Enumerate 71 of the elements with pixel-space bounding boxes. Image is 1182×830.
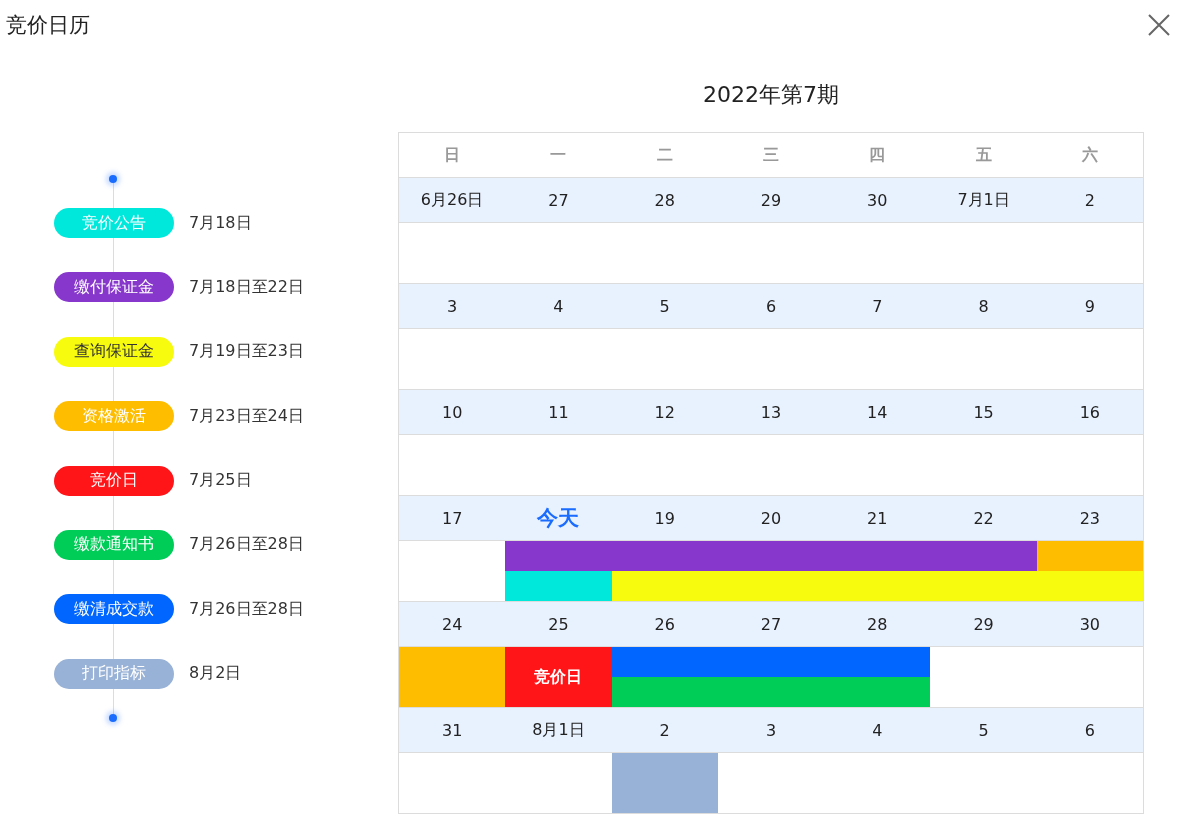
legend-dates: 7月19日至23日 xyxy=(189,341,304,363)
day-number[interactable]: 27 xyxy=(717,614,825,634)
window-title: 竞价日历 xyxy=(6,12,90,39)
day-number[interactable]: 6 xyxy=(717,296,825,316)
day-number[interactable]: 29 xyxy=(717,190,825,210)
day-number[interactable]: 6月26日 xyxy=(399,189,506,211)
day-number[interactable]: 7 xyxy=(824,296,931,316)
day-number[interactable]: 5 xyxy=(611,296,718,316)
day-number[interactable]: 28 xyxy=(824,614,931,634)
day-number[interactable]: 7月1日 xyxy=(930,189,1037,211)
day-number[interactable]: 16 xyxy=(1036,402,1143,422)
timeline-dot xyxy=(109,713,117,722)
legend-dates: 7月26日至28日 xyxy=(189,534,304,556)
legend-tag: 查询保证金 xyxy=(54,336,174,367)
legend-tag: 缴付保证金 xyxy=(54,272,174,303)
day-number[interactable]: 3 xyxy=(717,720,825,740)
day-number[interactable]: 12 xyxy=(611,402,718,422)
day-number[interactable]: 14 xyxy=(824,402,931,422)
legend-tag: 资格激活 xyxy=(54,401,174,432)
legend-dates: 7月26日至28日 xyxy=(189,598,304,620)
day-number[interactable]: 24 xyxy=(399,614,506,634)
day-number[interactable]: 20 xyxy=(717,508,825,528)
day-number[interactable]: 30 xyxy=(1036,614,1143,634)
weekday-label: 日 xyxy=(443,144,462,166)
legend-dates: 7月18日至22日 xyxy=(189,276,304,298)
legend-dates: 8月2日 xyxy=(189,663,242,685)
weekday-label: 五 xyxy=(974,144,993,166)
today-label[interactable]: 今天 xyxy=(505,504,612,532)
timeline-dot xyxy=(109,175,117,183)
event-bar: 竞价日 xyxy=(505,647,612,707)
legend-tag: 打印指标 xyxy=(54,658,174,689)
day-number[interactable]: 9 xyxy=(1036,296,1143,316)
day-number[interactable]: 8 xyxy=(930,296,1037,316)
day-number[interactable]: 2 xyxy=(611,720,718,740)
day-number[interactable]: 25 xyxy=(505,614,612,634)
weekday-label: 六 xyxy=(1080,144,1099,166)
day-number[interactable]: 31 xyxy=(399,720,506,740)
legend-dates: 7月18日 xyxy=(189,212,252,234)
day-number[interactable]: 19 xyxy=(611,508,718,528)
day-number[interactable]: 10 xyxy=(399,402,506,422)
day-number[interactable]: 4 xyxy=(505,296,612,316)
day-number[interactable]: 17 xyxy=(399,508,506,528)
day-number[interactable]: 23 xyxy=(1036,508,1143,528)
day-number[interactable]: 27 xyxy=(505,190,612,210)
day-number[interactable]: 28 xyxy=(611,190,718,210)
close-icon[interactable] xyxy=(1148,14,1170,36)
legend-dates: 7月25日 xyxy=(189,470,252,492)
day-number[interactable]: 2 xyxy=(1036,190,1143,210)
weekday-label: 三 xyxy=(762,144,780,166)
weekday-label: 二 xyxy=(655,144,674,166)
day-number[interactable]: 26 xyxy=(611,614,718,634)
legend-tag: 竞价日 xyxy=(54,465,174,496)
day-number[interactable]: 3 xyxy=(399,296,506,316)
day-number[interactable]: 8月1日 xyxy=(505,719,612,741)
legend-tag: 缴款通知书 xyxy=(54,529,174,560)
day-number[interactable]: 6 xyxy=(1036,720,1143,740)
weekday-label: 一 xyxy=(549,144,568,166)
day-number[interactable]: 29 xyxy=(930,614,1037,634)
day-number[interactable]: 4 xyxy=(824,720,931,740)
weekday-label: 四 xyxy=(868,144,887,166)
legend-dates: 7月23日至24日 xyxy=(189,405,304,427)
legend-tag: 竞价公告 xyxy=(54,208,174,238)
legend-tag: 缴清成交款 xyxy=(54,594,174,625)
day-number[interactable]: 11 xyxy=(505,402,612,422)
day-number[interactable]: 5 xyxy=(930,720,1037,740)
day-number[interactable]: 15 xyxy=(930,402,1037,422)
calendar-title: 2022年第7期 xyxy=(702,81,840,109)
day-number[interactable]: 22 xyxy=(930,508,1037,528)
day-number[interactable]: 30 xyxy=(824,190,931,210)
day-number[interactable]: 13 xyxy=(717,402,825,422)
day-number[interactable]: 21 xyxy=(824,508,931,528)
